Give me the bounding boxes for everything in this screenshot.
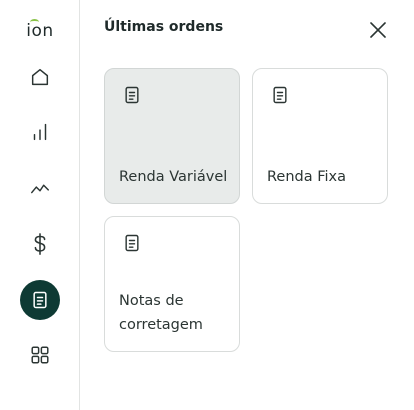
sidebar-item-apps[interactable]: [20, 335, 60, 375]
page-title: Últimas ordens: [104, 19, 224, 35]
card-notas-de-corretagem[interactable]: Notas de corretagem: [104, 216, 240, 352]
home-icon: [31, 68, 49, 86]
card-label: Renda Fixa: [267, 169, 347, 185]
close-button[interactable]: [366, 18, 390, 42]
card-renda-variavel[interactable]: Renda Variável: [104, 68, 240, 204]
document-icon: [273, 86, 287, 104]
card-label: Renda Variável: [119, 169, 228, 185]
ion-logo[interactable]: ion: [20, 18, 60, 42]
document-icon: [125, 234, 139, 252]
grid-icon: [31, 346, 49, 364]
document-icon: [125, 86, 139, 104]
sidebar: ion: [0, 0, 80, 410]
dollar-icon: [34, 233, 46, 255]
document-icon: [33, 291, 47, 309]
logo-text: ion: [26, 21, 54, 41]
card-label: Notas de corretagem: [119, 293, 203, 333]
bar-chart-icon: [33, 123, 47, 141]
card-renda-fixa[interactable]: Renda Fixa: [252, 68, 388, 204]
sidebar-item-home[interactable]: [20, 57, 60, 97]
app-window: ion Últimas ordens Renda Variável Renda …: [0, 0, 414, 410]
sidebar-item-finance[interactable]: [20, 224, 60, 264]
sidebar-item-orders[interactable]: [20, 280, 60, 320]
close-icon: [370, 22, 386, 38]
sidebar-item-charts[interactable]: [20, 112, 60, 152]
trend-line-icon: [31, 184, 49, 194]
sidebar-item-trend[interactable]: [20, 168, 60, 208]
